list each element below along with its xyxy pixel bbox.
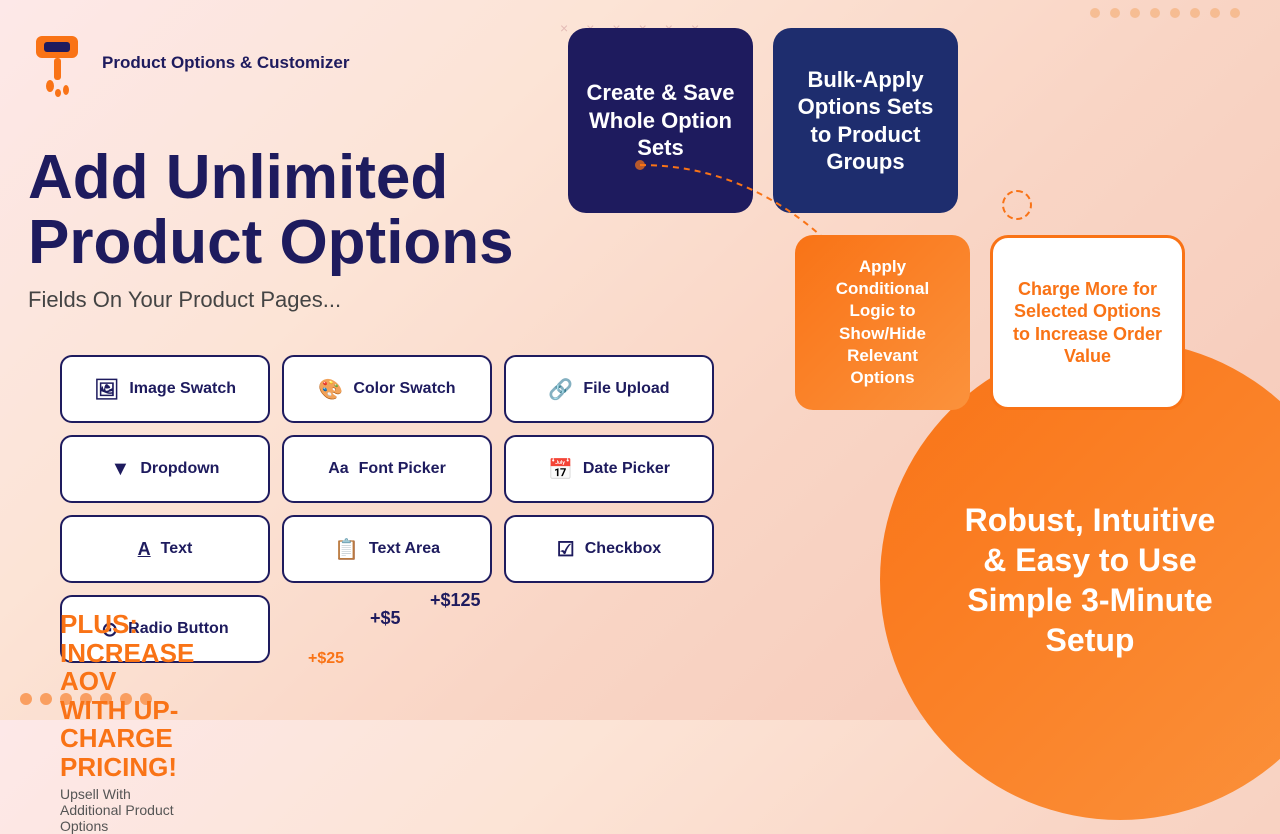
deco-circle-1 — [1002, 190, 1032, 220]
aov-big: WITH UP-CHARGE PRICING! — [60, 696, 194, 782]
feature-card-conditional-logic[interactable]: Apply Conditional Logic to Show/Hide Rel… — [795, 235, 970, 410]
feature-card-create-save[interactable]: Create & Save Whole Option Sets — [568, 28, 753, 213]
file-upload-label: File Upload — [583, 380, 669, 398]
option-btn-dropdown[interactable]: ▼ Dropdown — [60, 435, 270, 503]
feature-card-charge-more-label: Charge More for Selected Options to Incr… — [1011, 278, 1164, 368]
dropdown-icon: ▼ — [111, 458, 131, 481]
feature-card-create-save-label: Create & Save Whole Option Sets — [586, 79, 735, 162]
color-swatch-label: Color Swatch — [353, 380, 455, 398]
feature-card-conditional-logic-label: Apply Conditional Logic to Show/Hide Rel… — [813, 256, 952, 389]
image-swatch-icon: 🖼 — [94, 377, 119, 402]
option-btn-file-upload[interactable]: 🔗 File Upload — [504, 355, 714, 423]
option-btn-font-picker[interactable]: Aa Font Picker — [282, 435, 492, 503]
color-swatch-icon: 🎨 — [318, 377, 343, 402]
heading: Add Unlimited Product Options — [28, 145, 514, 275]
price-tag-3: +$25 — [308, 650, 344, 668]
price-tag-2: +$125 — [430, 590, 481, 611]
subheading: Fields On Your Product Pages... — [28, 287, 514, 313]
text-label: Text — [161, 540, 193, 558]
aov-label: PLUS: INCREASE AOV — [60, 609, 194, 696]
checkbox-label: Checkbox — [585, 540, 661, 558]
aov-sub: Upsell With Additional Product Options — [60, 786, 194, 834]
brand-name: Product Options & Customizer — [102, 52, 349, 74]
main-heading: Add Unlimited Product Options Fields On … — [28, 145, 514, 313]
date-picker-icon: 📅 — [548, 457, 573, 482]
price-tag-1: +$5 — [370, 608, 401, 629]
logo-area: Product Options & Customizer — [28, 28, 349, 98]
feature-card-bulk-apply-label: Bulk-Apply Options Sets to Product Group… — [791, 66, 940, 176]
option-btn-color-swatch[interactable]: 🎨 Color Swatch — [282, 355, 492, 423]
file-upload-icon: 🔗 — [548, 377, 573, 402]
feature-cards-mid: Apply Conditional Logic to Show/Hide Rel… — [795, 235, 1185, 410]
feature-card-bulk-apply[interactable]: Bulk-Apply Options Sets to Product Group… — [773, 28, 958, 213]
option-btn-text[interactable]: A Text — [60, 515, 270, 583]
bg-dots-top — [1090, 8, 1240, 18]
option-btn-checkbox[interactable]: ☑ Checkbox — [504, 515, 714, 583]
feature-cards-top: Create & Save Whole Option Sets Bulk-App… — [568, 28, 958, 213]
checkbox-icon: ☑ — [557, 537, 575, 562]
option-btn-text-area[interactable]: 📋 Text Area — [282, 515, 492, 583]
logo-icon — [28, 28, 88, 98]
font-picker-icon: Aa — [328, 460, 348, 478]
image-swatch-label: Image Swatch — [129, 380, 236, 398]
bottom-right-text: Robust, Intuitive & Easy to Use Simple 3… — [930, 500, 1250, 660]
dropdown-label: Dropdown — [140, 460, 219, 478]
text-icon: A — [138, 539, 151, 560]
text-area-label: Text Area — [369, 540, 440, 558]
text-area-icon: 📋 — [334, 537, 359, 562]
font-picker-label: Font Picker — [359, 460, 446, 478]
date-picker-label: Date Picker — [583, 460, 670, 478]
logo-text: Product Options & Customizer — [102, 52, 349, 74]
feature-card-charge-more[interactable]: Charge More for Selected Options to Incr… — [990, 235, 1185, 410]
circle-text: Robust, Intuitive & Easy to Use Simple 3… — [930, 500, 1250, 660]
option-btn-image-swatch[interactable]: 🖼 Image Swatch — [60, 355, 270, 423]
option-btn-date-picker[interactable]: 📅 Date Picker — [504, 435, 714, 503]
